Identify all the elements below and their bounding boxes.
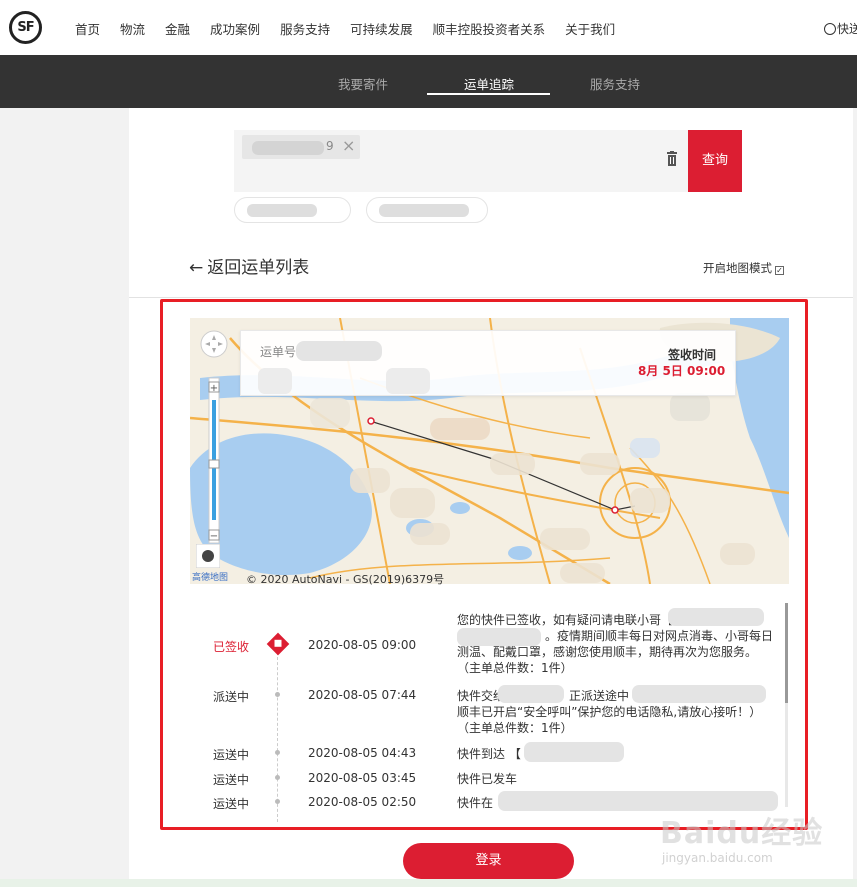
- top-nav: SF 首页 物流 金融 成功案例 服务支持 可持续发展 顺丰控股投资者关系 关于…: [0, 0, 857, 55]
- waybill-chip-suffix: 9: [326, 139, 334, 153]
- redacted-location: [524, 742, 624, 762]
- desc-line: 测温、配戴口罩，感谢您使用顺丰，期待再次为您服务。: [457, 645, 758, 659]
- sign-time-value: 8月 5日 09:00: [638, 364, 726, 378]
- locate-icon[interactable]: [196, 544, 220, 568]
- bottom-strip: [0, 879, 857, 887]
- map-mode-checkbox[interactable]: ✓: [775, 266, 784, 275]
- quick-send-label: 快送: [837, 22, 857, 36]
- redacted-phone: [632, 685, 766, 703]
- event-time: 2020-08-05 04:43: [308, 746, 417, 760]
- svg-text:+: +: [210, 383, 218, 394]
- redacted-courier: [498, 685, 564, 703]
- baidu-watermark-url: jingyan.baidu.com: [662, 851, 773, 865]
- redacted-phone: [457, 628, 541, 646]
- timeline-line: [277, 652, 278, 822]
- timeline-dot: [275, 775, 280, 780]
- query-button[interactable]: 查询: [688, 130, 742, 192]
- nav-item-about[interactable]: 关于我们: [565, 19, 615, 38]
- status-signed: 已签收: [212, 640, 249, 654]
- nav-item-logistics[interactable]: 物流: [120, 19, 145, 38]
- desc-line: （主单总件数：1件）: [457, 721, 573, 735]
- desc-line: （主单总件数：1件）: [457, 661, 573, 675]
- divider: [129, 297, 853, 298]
- event-time: 2020-08-05 09:00: [308, 638, 417, 652]
- status-in-transit: 运送中: [212, 748, 249, 762]
- event-time: 2020-08-05 07:44: [308, 688, 417, 702]
- active-tab-underline: [427, 93, 550, 95]
- redacted-waybill: [252, 141, 324, 155]
- nav-item-investor[interactable]: 顺丰控股投资者关系: [433, 19, 546, 38]
- redacted-waybill-number: [296, 341, 382, 361]
- nav-item-cases[interactable]: 成功案例: [210, 19, 260, 38]
- redacted-history: [379, 204, 469, 217]
- map-copyright: © 2020 AutoNavi - GS(2019)6379号: [246, 573, 445, 586]
- quick-send-link[interactable]: 快送: [824, 20, 857, 37]
- main-nav-links: 首页 物流 金融 成功案例 服务支持 可持续发展 顺丰控股投资者关系 关于我们: [75, 19, 635, 38]
- nav-item-home[interactable]: 首页: [75, 19, 100, 38]
- tab-service[interactable]: 服务支持: [590, 74, 640, 93]
- map-mode-toggle[interactable]: 开启地图模式 ✓: [703, 260, 784, 276]
- tab-tracking[interactable]: 运单追踪: [464, 74, 514, 93]
- scrollbar-thumb[interactable]: [785, 603, 788, 703]
- timeline-dot: [275, 799, 280, 804]
- tab-send[interactable]: 我要寄件: [338, 74, 388, 93]
- baidu-watermark: Baidu经验: [660, 816, 824, 851]
- redacted-destination: [386, 368, 430, 394]
- arrow-left-icon: ←: [189, 258, 204, 278]
- event-description: 快件在: [457, 796, 494, 810]
- nav-item-support[interactable]: 服务支持: [280, 19, 330, 38]
- nav-item-finance[interactable]: 金融: [165, 19, 190, 38]
- user-icon: [824, 23, 836, 35]
- desc-fragment: 正派送途中: [569, 689, 630, 703]
- sub-nav: 我要寄件 运单追踪 服务支持: [0, 55, 857, 108]
- timeline-dot: [275, 692, 280, 697]
- status-in-transit: 运送中: [212, 773, 249, 787]
- history-pill[interactable]: [234, 197, 351, 223]
- svg-text:−: −: [210, 531, 218, 542]
- redacted-courier: [668, 608, 764, 626]
- event-description: 快件已发车: [457, 772, 518, 786]
- status-in-transit: 运送中: [212, 797, 249, 811]
- event-time: 2020-08-05 02:50: [308, 795, 417, 809]
- desc-line: 顺丰已开启“安全呼叫”保护您的电话隐私,请放心接听！）: [457, 705, 762, 719]
- event-time: 2020-08-05 03:45: [308, 771, 417, 785]
- sign-time-label: 签收时间: [668, 348, 717, 362]
- timeline-scrollbar[interactable]: [785, 603, 788, 807]
- back-label: 返回运单列表: [207, 258, 310, 278]
- nav-item-sustainability[interactable]: 可持续发展: [350, 19, 413, 38]
- close-icon[interactable]: ×: [342, 136, 355, 155]
- back-to-list-link[interactable]: ← 返回运单列表: [189, 253, 309, 278]
- timeline-dot: [275, 750, 280, 755]
- event-description: 快件到达 【: [457, 747, 521, 761]
- sf-logo[interactable]: SF: [9, 11, 42, 44]
- history-pill[interactable]: [366, 197, 488, 223]
- trash-icon[interactable]: [665, 151, 679, 167]
- map-provider-logo: 高德地图: [192, 573, 229, 583]
- waybill-chip[interactable]: 9 ×: [242, 135, 360, 159]
- status-delivering: 派送中: [212, 690, 249, 704]
- login-button[interactable]: 登录: [403, 843, 574, 879]
- map-mode-label: 开启地图模式: [703, 261, 772, 275]
- redacted-origin: [258, 368, 292, 394]
- redacted-history: [247, 204, 317, 217]
- zoom-control[interactable]: + −: [200, 330, 230, 555]
- waybill-label: 运单号: [260, 345, 297, 359]
